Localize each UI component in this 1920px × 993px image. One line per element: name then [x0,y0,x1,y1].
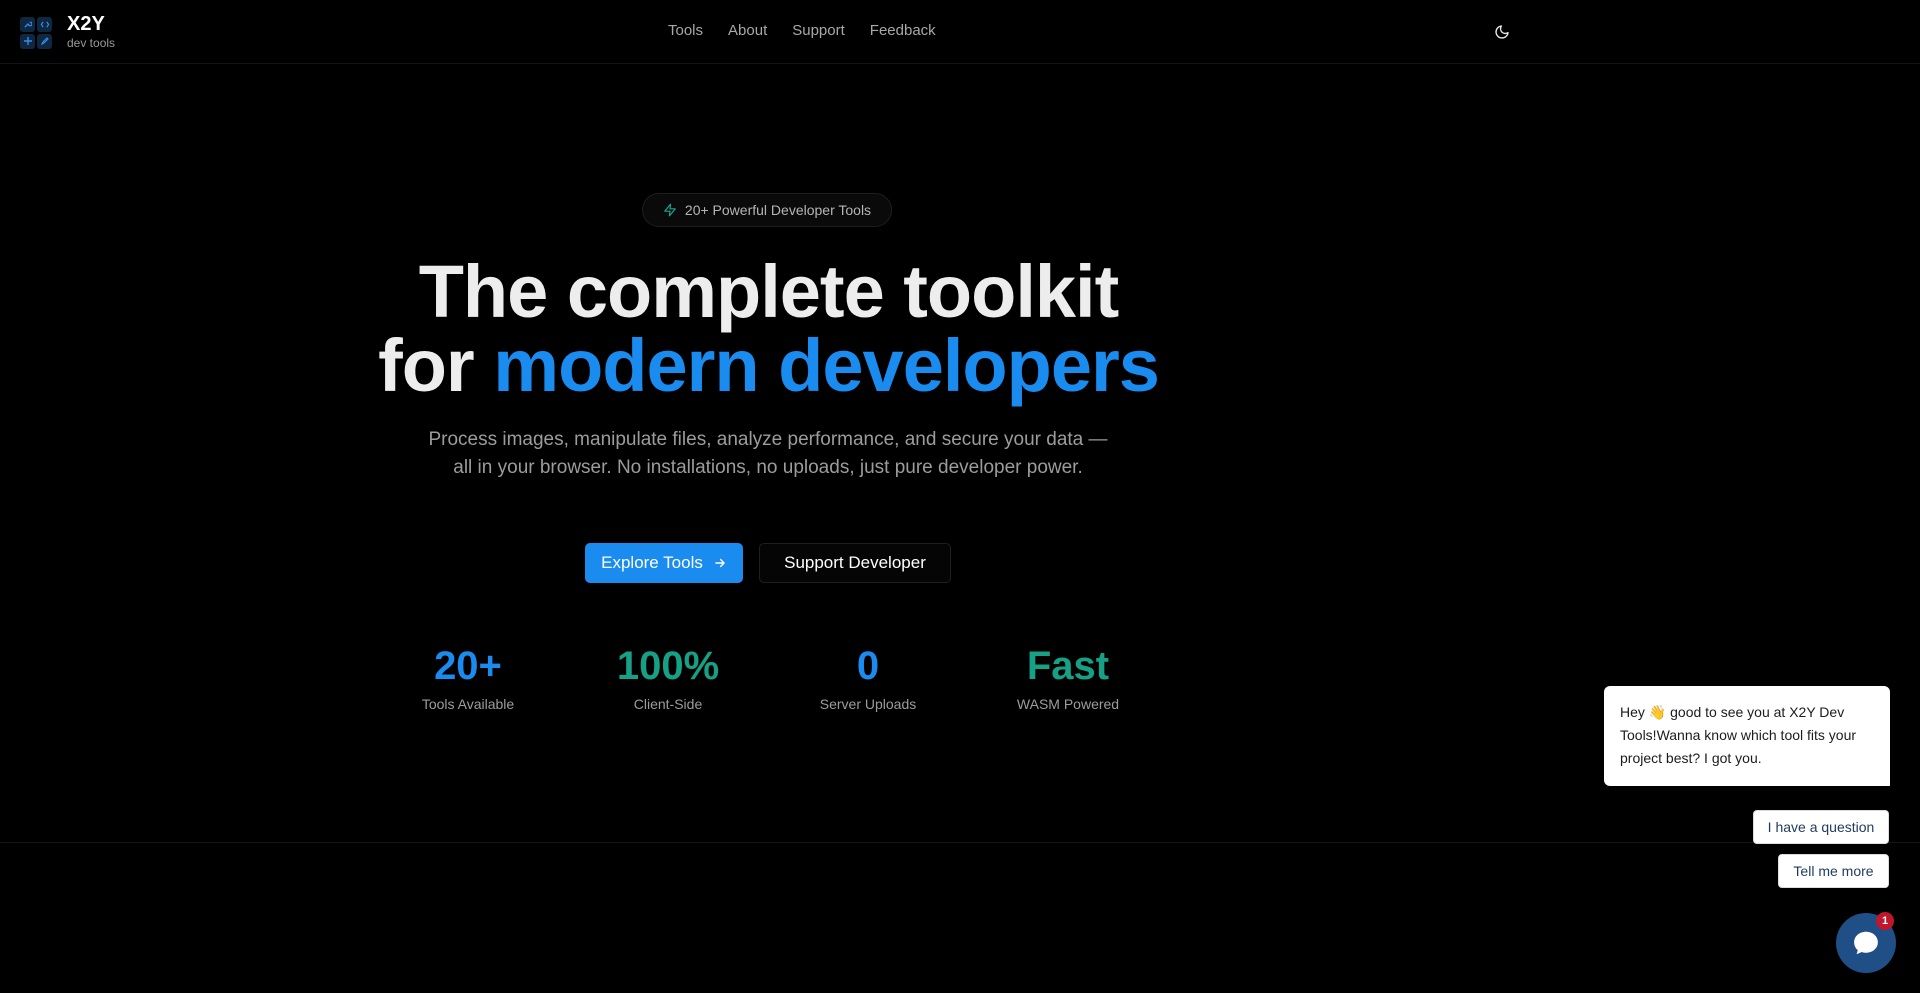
hero-badge-text: 20+ Powerful Developer Tools [684,202,872,218]
support-developer-label: Support Developer [784,553,926,572]
hero-title: The complete toolkit for modern develope… [0,255,1537,403]
nav-link-about[interactable]: About [728,22,767,39]
brand-text: X2Y dev tools [67,13,116,50]
logo-code-icon [37,16,52,32]
logo-icon [20,16,52,49]
stat-server-uploads: 0 Server Uploads [768,640,968,712]
theme-toggle-button[interactable] [1490,20,1514,44]
explore-tools-button[interactable]: Explore Tools [585,543,743,583]
stat-client-side: 100% Client-Side [568,640,768,712]
stat-tools-available: 20+ Tools Available [368,640,568,712]
nav-link-feedback[interactable]: Feedback [870,22,936,39]
top-navbar: X2Y dev tools Tools About Support Feedba… [0,0,1920,64]
hero-title-accent: modern developers [493,324,1160,407]
moon-icon [1495,25,1509,39]
nav-link-support[interactable]: Support [792,22,845,39]
stat-wasm-powered: Fast WASM Powered [968,640,1168,712]
brand-subtitle: dev tools [67,36,116,50]
waving-hand-icon: 👋 [1648,704,1667,720]
hero-title-line2-plain: for [378,324,494,407]
brand-logo-link[interactable]: X2Y dev tools [20,13,116,50]
hero-description: Process images, manipulate files, analyz… [428,429,1108,478]
logo-edit-icon [37,33,52,49]
stat-value: Fast [1026,644,1110,688]
arrow-right-icon [715,558,725,568]
logo-wrench-icon [20,16,35,32]
chat-bubble-icon [1854,931,1878,955]
logo-move-icon [20,33,35,49]
stat-label: Server Uploads [819,696,917,712]
main-nav: Tools About Support Feedback [668,22,961,39]
stat-label: Tools Available [421,696,515,712]
stat-value: 0 [856,644,880,688]
hero-badge: 20+ Powerful Developer Tools [642,193,892,227]
section-divider [0,842,1920,843]
stat-value: 20+ [434,644,502,688]
chat-greeting-bubble: Hey 👋 good to see you at X2Y Dev Tools!W… [1604,686,1890,786]
support-developer-button[interactable]: Support Developer [759,543,951,583]
lightning-icon [664,203,676,217]
chat-option-question[interactable]: I have a question [1753,810,1889,844]
brand-name: X2Y [67,13,105,35]
stat-label: Client-Side [633,696,703,712]
chat-greeting-start: Hey [1620,704,1649,720]
explore-tools-label: Explore Tools [601,553,703,572]
hero-title-line1: The complete toolkit [418,250,1120,333]
nav-link-tools[interactable]: Tools [668,22,703,39]
stat-label: WASM Powered [1016,696,1120,712]
stat-value: 100% [616,644,720,688]
chat-notification-badge: 1 [1876,912,1894,930]
chat-option-tell-more[interactable]: Tell me more [1778,854,1889,888]
